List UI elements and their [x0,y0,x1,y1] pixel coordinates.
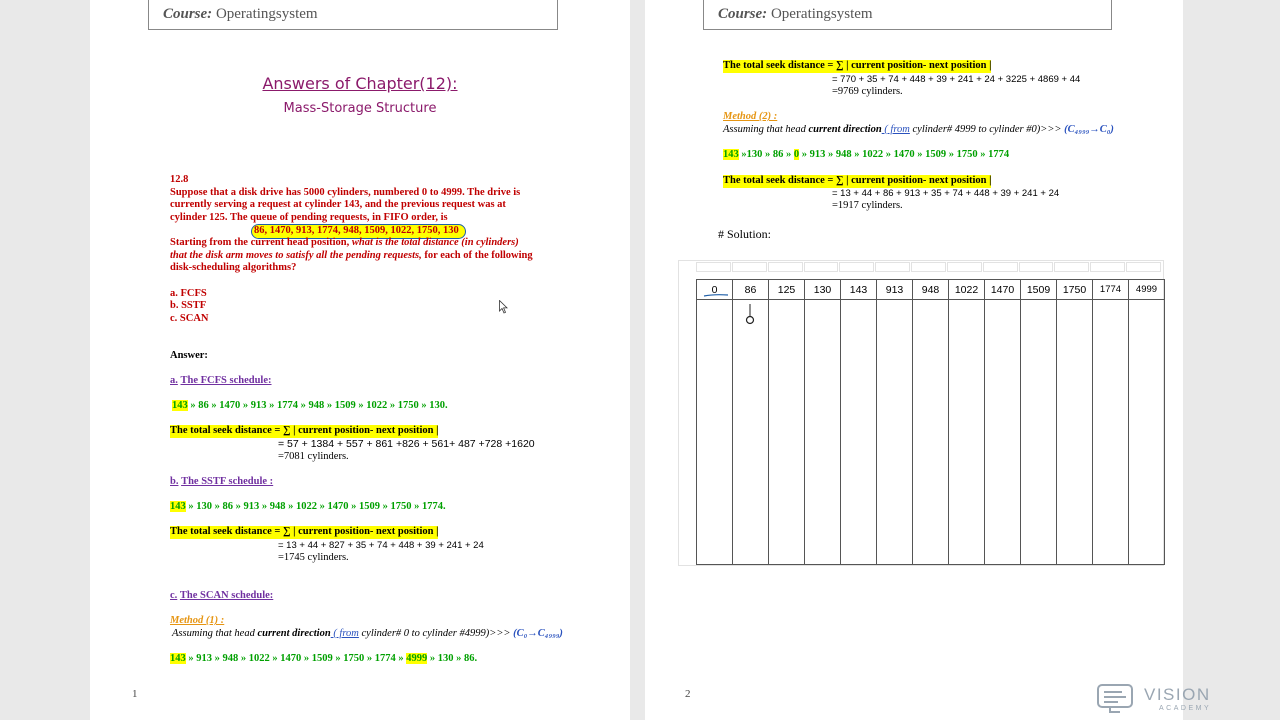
table-ruler [696,262,1162,272]
ruler-cell [767,262,803,272]
grid-body-cell [984,299,1021,565]
scan-1-total-label: The total seek distance = ∑ | current po… [723,60,992,73]
ruler-cell [1126,262,1161,272]
sstf-sequence: 143 » 130 » 86 » 913 » 948 » 1022 » 1470… [170,501,446,512]
scan-heading: c. The SCAN schedule: [170,590,274,601]
grid-body-cell [768,299,805,565]
grid-body-cell [1092,299,1129,565]
grid-header-cell: 1750 [1056,279,1093,300]
ruler-cell [875,262,911,272]
question-line-3: cylinder 125. The queue of pending reque… [170,212,448,223]
scan-1-result: =9769 cylinders. [832,86,903,97]
scan-2-sequence: 143 »130 » 86 » 0 » 913 » 948 » 1022 » 1… [723,149,1010,160]
grid-body-cell [840,299,877,565]
grid-header-cell: 1774 [1092,279,1129,300]
scan-2-calculation: = 13 + 44 + 86 + 913 + 35 + 74 + 448 + 3… [832,188,1060,199]
question-line-5: Starting from the current head position,… [170,237,519,248]
grid-body-row [696,299,1165,565]
grid-body-cell [1056,299,1093,565]
sstf-result: =1745 cylinders. [278,552,349,563]
scan-1-calculation: = 770 + 35 + 74 + 448 + 39 + 241 + 24 + … [832,74,1081,85]
grid-header-cell: 1022 [948,279,985,300]
ruler-cell [982,262,1018,272]
sstf-heading: b. The SSTF schedule : [170,476,274,487]
fcfs-calculation: = 57 + 1384 + 557 + 861 +826 + 561+ 487 … [278,438,535,450]
question-line-2: currently serving a request at cylinder … [170,199,506,210]
ruler-cell [1054,262,1090,272]
grid-body-cell [948,299,985,565]
scan-2-total-label: The total seek distance = ∑ | current po… [723,175,992,188]
scan-1-sequence: 143 » 913 » 948 » 1022 » 1470 » 1509 » 1… [170,653,478,664]
option-b: b. SSTF [170,300,207,311]
grid-header-cell: 1470 [984,279,1021,300]
ruler-cell [911,262,946,272]
document-page-2: Course: Operatingsystem The total seek d… [645,0,1183,720]
sstf-calculation: = 13 + 44 + 827 + 35 + 74 + 448 + 39 + 2… [278,540,484,551]
head-marker [703,294,755,325]
fcfs-sequence: 143 » 86 » 1470 » 913 » 1774 » 948 » 150… [172,400,448,411]
ruler-cell [696,262,731,272]
method-1-description: Assuming that head current direction ( f… [172,628,563,639]
method-2-label: Method (2) : [723,111,778,122]
option-a: a. FCFS [170,288,207,299]
grid-body-cell [912,299,949,565]
course-label: Course: [163,6,213,22]
question-line-6: that the disk arm moves to satisfy all t… [170,250,533,261]
solution-heading: # Solution: [718,227,772,241]
course-header: Course: Operatingsystem [148,0,558,30]
method-2-description: Assuming that head current direction ( f… [723,124,1114,135]
grid-header-cell: 1509 [1020,279,1057,300]
option-c: c. SCAN [170,313,209,324]
grid-body-cell [1020,299,1057,565]
grid-body-cell [876,299,913,565]
question-line-1: Suppose that a disk drive has 5000 cylin… [170,187,521,198]
vision-academy-logo: VISION ACADEMY [1097,684,1211,713]
course-name: Operatingsystem [212,6,318,22]
ruler-cell [946,262,982,272]
grid-header-cell: 948 [912,279,949,300]
fcfs-heading: a. The FCFS schedule: [170,375,272,386]
page-number-1: 1 [132,688,138,700]
chapter-title: Answers of Chapter(12): [262,74,458,93]
question-number: 12.8 [170,174,189,185]
logo-sub: ACADEMY [1159,705,1211,712]
ruler-cell [803,262,839,272]
method-1-label: Method (1) : [170,615,225,626]
ruler-cell [1018,262,1054,272]
logo-name: VISION [1144,685,1211,704]
mouse-cursor-icon [499,300,508,314]
fcfs-result: =7081 cylinders. [278,451,349,462]
scan-2-result: =1917 cylinders. [832,200,903,211]
grid-header-cell: 143 [840,279,877,300]
grid-header-cell: 913 [876,279,913,300]
page-number-2: 2 [685,688,691,700]
fcfs-total-label: The total seek distance = ∑ | current po… [170,425,439,438]
chapter-subtitle: Mass-Storage Structure [283,101,437,116]
grid-body-cell [1128,299,1165,565]
ruler-cell [1090,262,1126,272]
answer-label: Answer: [170,350,208,361]
grid-body-cell [804,299,841,565]
document-page-1: Course: Operatingsystem Answers of Chapt… [90,0,630,720]
grid-header-cell: 130 [804,279,841,300]
course-header-2: Course: Operatingsystem [703,0,1112,30]
sstf-total-label: The total seek distance = ∑ | current po… [170,526,439,539]
ruler-cell [839,262,875,272]
grid-body-cell [732,299,769,565]
grid-header-cell: 4999 [1128,279,1165,300]
grid-body-cell [696,299,733,565]
question-line-7: disk-scheduling algorithms? [170,262,297,273]
ruler-cell [731,262,767,272]
